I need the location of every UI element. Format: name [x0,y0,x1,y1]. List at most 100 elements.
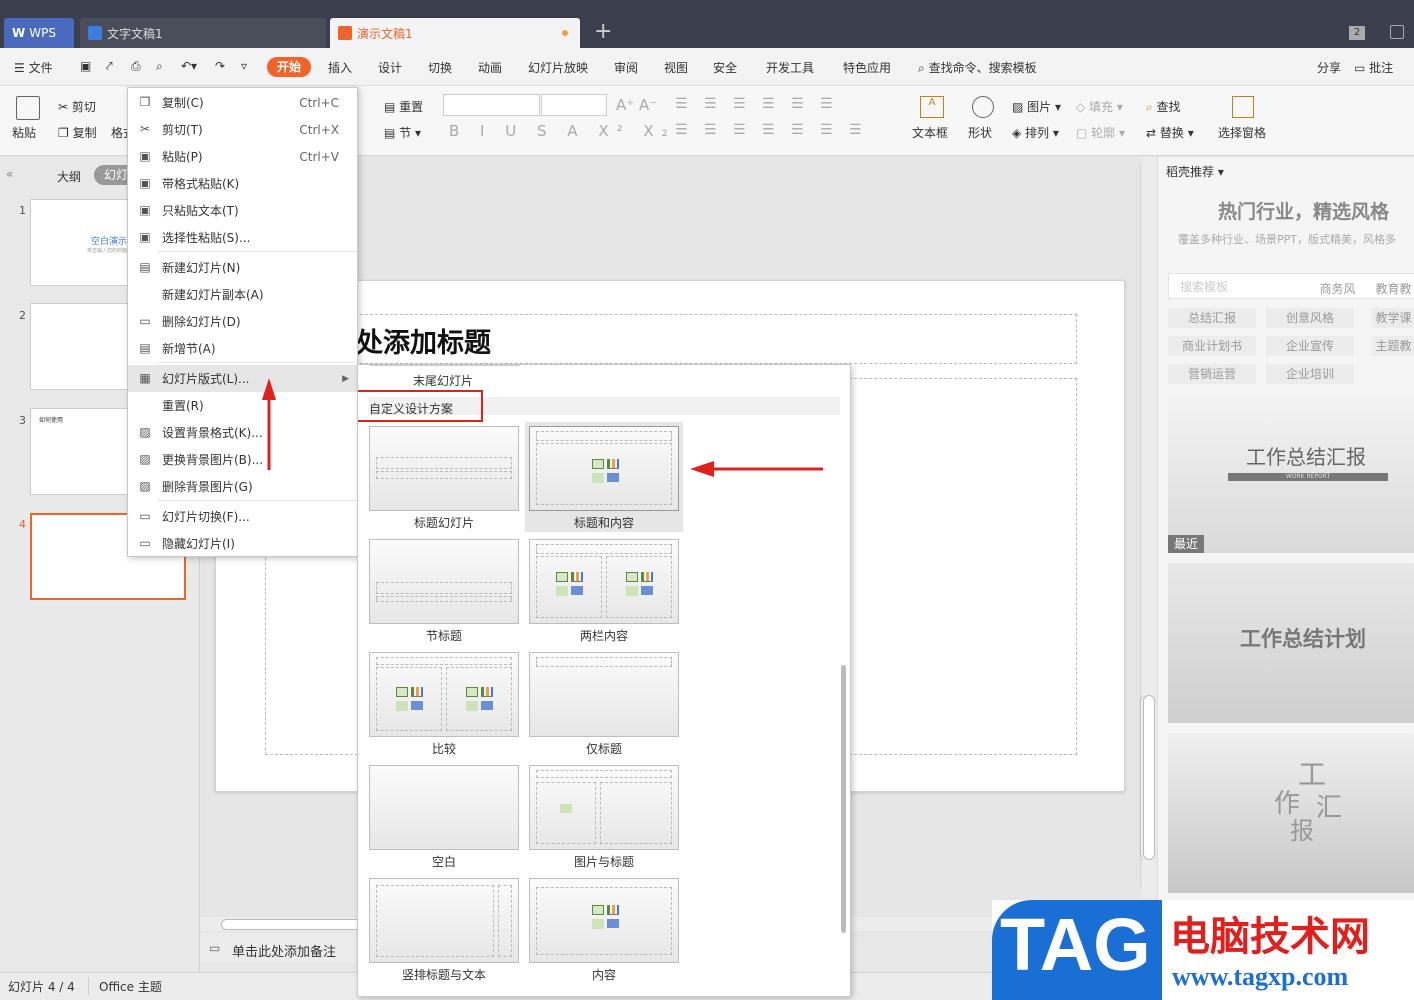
section-button[interactable]: ▤ 节 ▾ [384,124,421,141]
menu-item[interactable]: 切换 [428,59,452,76]
command-search[interactable]: ⌕ 查找命令、搜索模板 [918,59,1037,76]
align-icons[interactable]: ☰ ☰ ☰ ☰ ☰ ☰ ☰ [675,122,868,138]
select-pane-button[interactable]: 选择窗格 [1218,124,1266,141]
shape-big-icon[interactable] [972,96,994,118]
collapse-panel-icon[interactable]: « [6,167,13,181]
theme-name[interactable]: Office 主题 [99,978,162,995]
layout-thumbnail[interactable] [529,426,679,511]
template-tag[interactable]: 主题教 [1372,336,1414,356]
context-menu-item[interactable]: ▣ 带格式粘贴(K) [128,170,357,197]
list-icons[interactable]: ☰ ☰ ☰ ☰ ☰ ☰ [675,96,839,112]
template-tag[interactable]: 企业宣传 [1266,336,1354,356]
recommend-dropdown[interactable]: 稻壳推荐 ▾ [1166,163,1224,180]
layout-thumbnail[interactable] [529,652,679,737]
tab-outline[interactable]: 大纲 [57,168,81,185]
layout-thumbnail[interactable] [369,539,519,624]
context-menu-item[interactable]: ▭ 删除幻灯片(D) [128,308,357,335]
menu-item[interactable]: 插入 [328,59,352,76]
context-menu-item[interactable]: ▨ 设置背景格式(K)... [128,419,357,446]
menu-item[interactable]: 安全 [713,59,737,76]
tab-start[interactable]: 开始 [267,57,311,77]
submenu-scrollbar[interactable] [841,665,846,933]
print-preview-icon[interactable]: ⌕ [156,59,163,74]
notes-placeholder[interactable]: 单击此处添加备注 [232,941,336,960]
template-tag[interactable]: 教育教 [1372,279,1414,299]
font-family-select[interactable] [443,94,540,116]
window-count-badge[interactable]: 2 [1349,26,1365,40]
layout-thumbnail[interactable] [369,878,519,963]
layout-thumbnail[interactable] [529,539,679,624]
menu-item[interactable]: 特色应用 [843,59,891,76]
template-tag[interactable]: 营销运营 [1168,364,1256,384]
template-tag[interactable]: 总结汇报 [1168,308,1256,328]
outline-button[interactable]: ▢ 轮廓 ▾ [1076,124,1125,141]
textbox-big-icon[interactable]: A [920,96,944,118]
new-tab-button[interactable]: + [594,18,612,46]
menu-item[interactable]: 视图 [664,59,688,76]
tab-document[interactable]: 文字文稿1 [80,18,326,48]
context-menu-item[interactable]: ▤ 新建幻灯片(N) [128,254,357,281]
template-tag[interactable]: 商业计划书 [1168,336,1256,356]
paste-button[interactable]: 粘贴 [12,124,36,141]
context-menu-item[interactable]: ▣ 只粘贴文本(T) [128,197,357,224]
select-pane-big-icon[interactable] [1232,96,1254,118]
template-tag[interactable]: 企业培训 [1266,364,1354,384]
layout-thumbnail[interactable] [529,878,679,963]
menu-item[interactable]: 幻灯片放映 [528,59,588,76]
context-menu-item[interactable]: ▤ 新增节(A) [128,335,357,362]
arrange-button[interactable]: ◈ 排列 ▾ [1012,124,1059,141]
context-menu-item[interactable]: ▭ 幻灯片切换(F)... [128,503,357,530]
font-style-icons[interactable]: B I U S A X² X₂ [449,122,676,140]
layout-thumbnail[interactable] [529,765,679,850]
print-icon[interactable]: ⎙ [131,59,141,74]
template-tag[interactable]: 创意风格 [1266,308,1354,328]
context-menu-item[interactable]: ❐ 复制(C) Ctrl+C [128,89,357,116]
picture-button[interactable]: ▨ 图片 ▾ [1012,98,1061,115]
menu-item[interactable]: 设计 [378,59,402,76]
context-menu-item[interactable]: ▭ 隐藏幻灯片(I) [128,530,357,557]
context-menu-item[interactable]: 重置(R) [128,392,357,419]
menu-item[interactable]: 审阅 [614,59,638,76]
template-tag[interactable]: 商务风 [1306,279,1369,299]
context-menu-item[interactable]: ▦ 幻灯片版式(L)... ▶ [128,365,357,392]
font-size-select[interactable] [541,94,607,116]
context-menu-item[interactable]: ▨ 更换背景图片(B)... [128,446,357,473]
save-icon[interactable]: ▣ [80,59,91,73]
tab-presentation[interactable]: 演示文稿1 [330,18,580,48]
template-card-1[interactable]: 工作总结汇报 WORK REPORT 最近 [1168,393,1414,553]
textbox-button[interactable]: 文本框 [912,124,948,141]
comment-button[interactable]: ▭ 批注 [1354,59,1393,76]
menu-item[interactable]: 开发工具 [766,59,814,76]
context-menu-item[interactable]: ▣ 选择性粘贴(S)... [128,224,357,251]
file-menu[interactable]: ☰ 文件 [14,59,53,76]
layout-thumbnail[interactable] [369,652,519,737]
layout-thumbnail[interactable] [369,765,519,850]
tab-wps[interactable]: W WPS [4,18,74,48]
paste-big-icon[interactable] [16,96,40,120]
cut-button[interactable]: ✂ 剪切 [58,98,96,115]
context-menu-item[interactable]: ✂ 剪切(T) Ctrl+X [128,116,357,143]
context-menu-item[interactable]: ▣ 粘贴(P) Ctrl+V [128,143,357,170]
replace-button[interactable]: ⇄ 替换 ▾ [1146,124,1194,141]
template-card-3[interactable]: 工 作 汇 报 [1168,733,1414,893]
redo-icon[interactable]: ↷ [215,59,225,73]
fill-button[interactable]: ◇ 填充 ▾ [1076,98,1123,115]
reset-button[interactable]: ▤ 重置 [384,98,423,115]
template-card-2[interactable]: 工作总结计划 [1168,563,1414,723]
slide-title[interactable]: 处添加标题 [356,321,491,360]
right-panel-scroll-thumb[interactable] [1143,695,1155,860]
template-tag[interactable]: 教学课 [1372,308,1414,328]
export-icon[interactable]: ⤤ [106,59,113,74]
menu-item[interactable]: 动画 [478,59,502,76]
share-button[interactable]: 分享 [1317,59,1341,76]
grow-font-icon[interactable]: A⁺ A⁻ [616,96,657,114]
layout-thumbnail[interactable] [369,426,519,511]
skin-icon[interactable] [1390,25,1404,39]
context-menu-item[interactable]: ▨ 删除背景图片(G) [128,473,357,500]
context-menu-item[interactable]: 新建幻灯片副本(A) [128,281,357,308]
find-button[interactable]: ⌕ 查找 [1146,98,1181,115]
more-icon[interactable]: ▿ [241,59,247,73]
shape-button[interactable]: 形状 [968,124,992,141]
undo-icon[interactable]: ↶▾ [181,59,197,73]
horizontal-scroll-thumb[interactable] [221,919,361,930]
